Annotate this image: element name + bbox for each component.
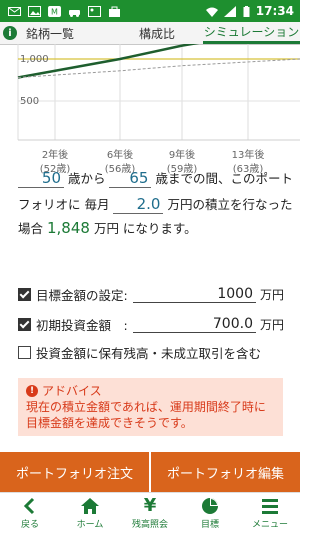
series-line-principal: [17, 58, 300, 78]
monthly-prefix: フォリオに 毎月: [18, 197, 110, 212]
nav-menu[interactable]: メニュー: [240, 493, 300, 534]
car-icon: [68, 6, 81, 17]
nav-home[interactable]: ホーム: [60, 493, 120, 534]
chevron-left-icon: [23, 497, 35, 515]
result-prefix: 場合: [18, 221, 44, 236]
until-label: 歳までの間、このポート: [155, 171, 293, 186]
nav-balance[interactable]: ¥ 残高照会: [120, 493, 180, 534]
target-label: 目標金額の設定:: [36, 287, 128, 303]
app-icon: M: [48, 5, 61, 17]
initial-unit: 万円: [259, 317, 284, 332]
hamburger-icon: [262, 499, 278, 514]
y-tick-label: 1,000: [20, 54, 49, 65]
from-label: 歳から: [67, 171, 106, 186]
result-suffix: 万円 になります。: [93, 221, 197, 236]
image-icon: [28, 5, 41, 17]
clock: 17:34: [255, 4, 294, 18]
x-tick-label: 9年後: [169, 148, 195, 161]
tab-stock-list[interactable]: 銘柄一覧: [20, 22, 111, 44]
nav-goal-label: 目標: [200, 520, 219, 530]
action-buttons: ポートフォリオ注文 ポートフォリオ編集: [0, 452, 300, 492]
pie-chart-icon: [202, 498, 218, 514]
advice-title: アドバイス: [42, 384, 102, 398]
simulation-chart: 1,000 500 2年後 (52歳) 6年後 (56歳) 9年後 (59歳) …: [0, 44, 300, 184]
picture-icon: [88, 5, 101, 17]
start-age-input[interactable]: 50: [18, 169, 64, 188]
nav-goal[interactable]: 目標: [180, 493, 240, 534]
svg-text:M: M: [51, 7, 58, 16]
portfolio-order-button[interactable]: ポートフォリオ注文: [0, 452, 149, 492]
simulation-sentence-1: 50 歳から 65 歳までの間、このポート: [18, 168, 293, 188]
simulation-sentence-2: フォリオに 毎月 2.0 万円の積立を行なった: [18, 194, 292, 214]
y-tick-label: 500: [20, 96, 39, 107]
home-icon: [81, 498, 99, 514]
advice-box: ! アドバイス 現在の積立金額であれば、運用期間終了時に目標金額を達成できそうです…: [18, 378, 283, 436]
target-amount-input[interactable]: 1000: [132, 286, 256, 303]
advice-body: 現在の積立金額であれば、運用期間終了時に目標金額を達成できそうです。: [26, 400, 266, 430]
portfolio-edit-button[interactable]: ポートフォリオ編集: [149, 452, 300, 492]
nav-back-label: 戻る: [20, 520, 39, 530]
simulation-result: 場合 1,848 万円 になります。: [18, 218, 197, 237]
yen-icon: ¥: [143, 495, 157, 516]
info-icon[interactable]: i: [0, 22, 20, 44]
target-unit: 万円: [259, 287, 284, 302]
wifi-icon: [205, 6, 218, 17]
nav-balance-label: 残高照会: [131, 520, 168, 530]
monthly-suffix: 万円の積立を行なった: [167, 197, 293, 212]
target-checkbox[interactable]: [18, 287, 31, 301]
nav-back[interactable]: 戻る: [0, 493, 60, 534]
status-bar: M 17:34: [0, 0, 300, 22]
x-tick-label: 13年後: [232, 148, 265, 161]
include-checkbox[interactable]: [18, 345, 31, 359]
nav-home-label: ホーム: [76, 520, 104, 530]
tab-composition[interactable]: 構成比: [111, 22, 203, 44]
result-amount: 1,848: [47, 219, 90, 237]
exclamation-icon: !: [26, 385, 38, 397]
x-tick-label: 6年後: [107, 148, 133, 161]
tab-bar: i 銘柄一覧 構成比 シミュレーション: [0, 22, 300, 45]
include-holdings-row: 投資金額に保有残高・未成立取引を含む: [18, 341, 284, 363]
series-line-projection: [17, 44, 200, 79]
include-label: 投資金額に保有残高・未成立取引を含む: [36, 345, 262, 361]
tab-simulation[interactable]: シミュレーション: [203, 22, 300, 44]
bag-icon: [108, 6, 121, 17]
initial-investment-row: 初期投資金額 : 700.0 万円: [18, 313, 284, 335]
x-tick-label: 2年後: [42, 148, 68, 161]
signal-icon: [223, 5, 237, 17]
initial-label: 初期投資金額 :: [36, 317, 128, 333]
initial-checkbox[interactable]: [18, 317, 31, 331]
target-setting-row: 目標金額の設定: 1000 万円: [18, 283, 284, 305]
initial-amount-input[interactable]: 700.0: [132, 316, 256, 333]
battery-icon: [243, 5, 250, 17]
end-age-input[interactable]: 65: [109, 169, 152, 188]
nav-menu-label: メニュー: [251, 520, 288, 530]
bottom-nav: 戻る ホーム ¥ 残高照会 目標 メニュー: [0, 492, 300, 534]
mail-icon: [8, 6, 21, 17]
monthly-amount-input[interactable]: 2.0: [113, 195, 164, 214]
